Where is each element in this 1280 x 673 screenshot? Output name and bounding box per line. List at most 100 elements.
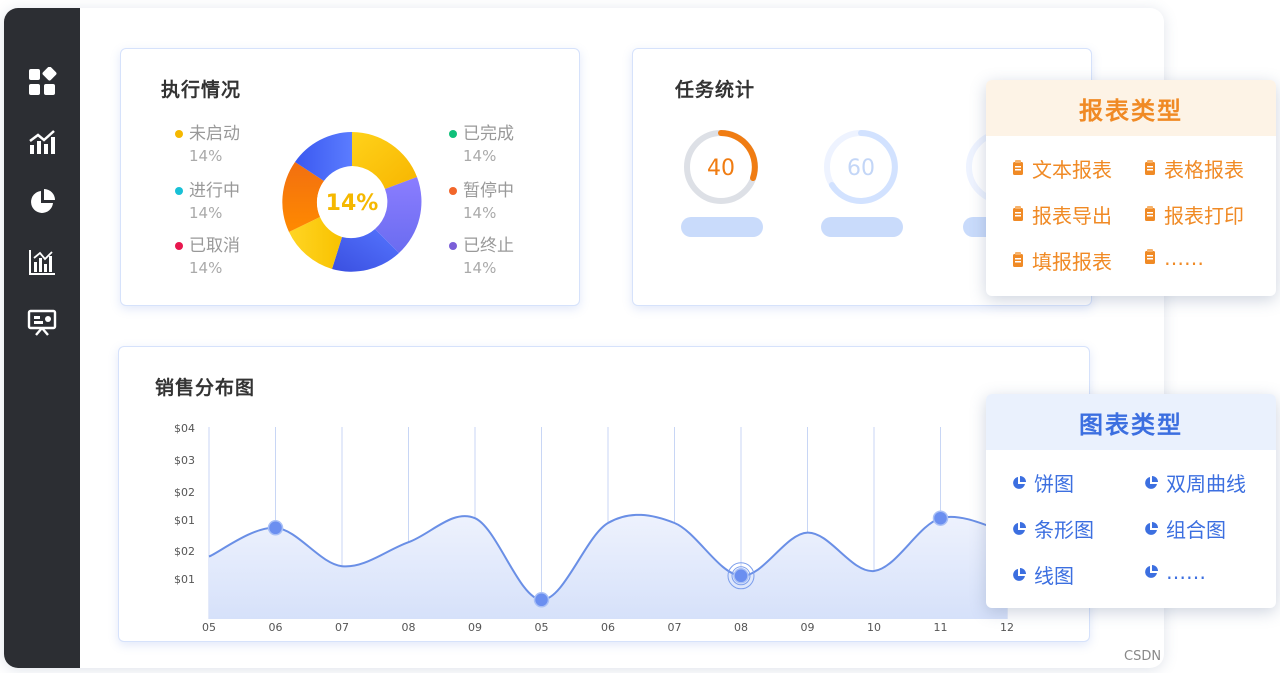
report-item-table[interactable]: 表格报表 xyxy=(1144,154,1244,183)
legend-pct: 14% xyxy=(189,204,223,222)
legend-pct: 14% xyxy=(463,204,497,222)
gauge-40: 40 xyxy=(684,130,758,204)
donut-center-value: 14% xyxy=(326,191,379,216)
pie-icon xyxy=(1144,517,1158,541)
legend-label: 进行中 xyxy=(189,181,240,201)
bar-chart-icon[interactable] xyxy=(26,246,58,278)
donut-chart: 14% xyxy=(282,132,422,272)
data-point xyxy=(267,520,284,536)
report-item-label: 报表打印 xyxy=(1164,204,1244,228)
y-tick-label: $03 xyxy=(174,454,195,467)
legend-paused: 暂停中 14% xyxy=(449,180,514,224)
clipboard-icon xyxy=(1144,246,1156,270)
legend-label: 已完成 xyxy=(463,124,514,144)
chart-item-label: 双周曲线 xyxy=(1166,472,1246,496)
x-tick-label: 07 xyxy=(668,621,682,634)
legend-in-progress: 进行中 14% xyxy=(175,180,240,224)
legend-dot xyxy=(175,130,183,138)
pie-icon xyxy=(1012,517,1026,541)
legend-label: 暂停中 xyxy=(463,181,514,201)
x-tick-label: 05 xyxy=(202,621,216,634)
execution-card: 执行情况 未启动 14% 进行中 14% 已取消 14% 已完成 14% 暂停中… xyxy=(120,48,580,306)
chart-item-biweekly[interactable]: 双周曲线 xyxy=(1144,468,1246,497)
sales-area xyxy=(209,514,1007,619)
report-item-more[interactable]: …… xyxy=(1144,246,1204,270)
legend-pct: 14% xyxy=(189,147,223,165)
report-item-label: …… xyxy=(1164,246,1204,270)
report-item-label: 文本报表 xyxy=(1032,158,1112,182)
x-tick-label: 09 xyxy=(801,621,815,634)
x-tick-label: 07 xyxy=(335,621,349,634)
legend-label: 已终止 xyxy=(463,236,514,256)
report-item-fill[interactable]: 填报报表 xyxy=(1012,246,1112,275)
legend-label: 未启动 xyxy=(189,124,240,144)
x-tick-label: 08 xyxy=(734,621,748,634)
legend-dot xyxy=(449,130,457,138)
chart-item-more[interactable]: …… xyxy=(1144,560,1206,584)
x-tick-label: 10 xyxy=(867,621,881,634)
clipboard-icon xyxy=(1144,203,1156,227)
gauge-bar xyxy=(821,217,903,237)
chart-item-combo[interactable]: 组合图 xyxy=(1144,514,1226,543)
sidebar xyxy=(4,8,80,668)
legend-completed: 已完成 14% xyxy=(449,123,514,167)
pie-icon xyxy=(1012,471,1026,495)
y-tick-label: $04 xyxy=(174,422,195,435)
legend-not-started: 未启动 14% xyxy=(175,123,240,167)
report-item-print[interactable]: 报表打印 xyxy=(1144,200,1244,229)
chart-item-label: 组合图 xyxy=(1166,518,1226,542)
pie-icon xyxy=(1144,560,1158,584)
x-tick-label: 09 xyxy=(468,621,482,634)
task-title: 任务统计 xyxy=(675,79,756,101)
clipboard-icon xyxy=(1012,157,1024,181)
data-point xyxy=(533,592,550,608)
presentation-icon[interactable] xyxy=(26,306,58,338)
sales-card: 销售分布图 $04 $03 $02 $01 $02 $01 05 06 07 08 09 05 06 0… xyxy=(118,346,1090,642)
chart-item-bar[interactable]: 条形图 xyxy=(1012,514,1094,543)
chart-item-label: …… xyxy=(1166,560,1206,584)
legend-dot xyxy=(175,242,183,250)
x-tick-label: 11 xyxy=(934,621,948,634)
clipboard-icon xyxy=(1012,203,1024,227)
gauge-value: 60 xyxy=(847,156,875,181)
legend-dot xyxy=(449,242,457,250)
x-tick-label: 06 xyxy=(601,621,615,634)
report-types-panel: 报表类型 文本报表 表格报表 报表导出 报表打印 填报报表 …… xyxy=(986,80,1276,296)
gauge-bar xyxy=(681,217,763,237)
data-point xyxy=(733,568,749,584)
chart-item-label: 条形图 xyxy=(1034,518,1094,542)
sales-chart: $04 $03 $02 $01 $02 $01 05 06 07 08 09 05 06 07 08 09 1… xyxy=(174,422,1014,634)
legend-terminated: 已终止 14% xyxy=(449,235,514,279)
chart-item-line[interactable]: 线图 xyxy=(1012,560,1074,589)
y-tick-label: $02 xyxy=(174,486,195,499)
x-tick-label: 12 xyxy=(1000,621,1014,634)
gauge-60: 60 xyxy=(824,130,898,204)
report-types-title: 报表类型 xyxy=(986,80,1276,136)
execution-title: 执行情况 xyxy=(161,79,242,101)
x-tick-label: 05 xyxy=(535,621,549,634)
pie-chart-icon[interactable] xyxy=(26,186,58,218)
legend-pct: 14% xyxy=(189,259,223,277)
trend-chart-icon[interactable] xyxy=(26,126,58,158)
pie-icon xyxy=(1012,563,1026,587)
y-tick-label: $01 xyxy=(174,514,195,527)
report-item-text[interactable]: 文本报表 xyxy=(1012,154,1112,183)
chart-item-pie[interactable]: 饼图 xyxy=(1012,468,1074,497)
report-item-export[interactable]: 报表导出 xyxy=(1012,200,1112,229)
report-item-label: 填报报表 xyxy=(1032,250,1112,274)
legend-pct: 14% xyxy=(463,259,497,277)
y-tick-label: $01 xyxy=(174,573,195,586)
dashboard-icon[interactable] xyxy=(26,66,58,98)
chart-types-title: 图表类型 xyxy=(986,394,1276,450)
data-point xyxy=(932,510,949,526)
legend-label: 已取消 xyxy=(189,236,240,256)
legend-dot xyxy=(175,187,183,195)
pie-icon xyxy=(1144,471,1158,495)
chart-types-panel: 图表类型 饼图 双周曲线 条形图 组合图 线图 …… xyxy=(986,394,1276,608)
report-item-label: 表格报表 xyxy=(1164,158,1244,182)
clipboard-icon xyxy=(1012,249,1024,273)
legend-pct: 14% xyxy=(463,147,497,165)
legend-cancelled: 已取消 14% xyxy=(175,235,240,279)
x-tick-label: 06 xyxy=(269,621,283,634)
x-tick-label: 08 xyxy=(402,621,416,634)
